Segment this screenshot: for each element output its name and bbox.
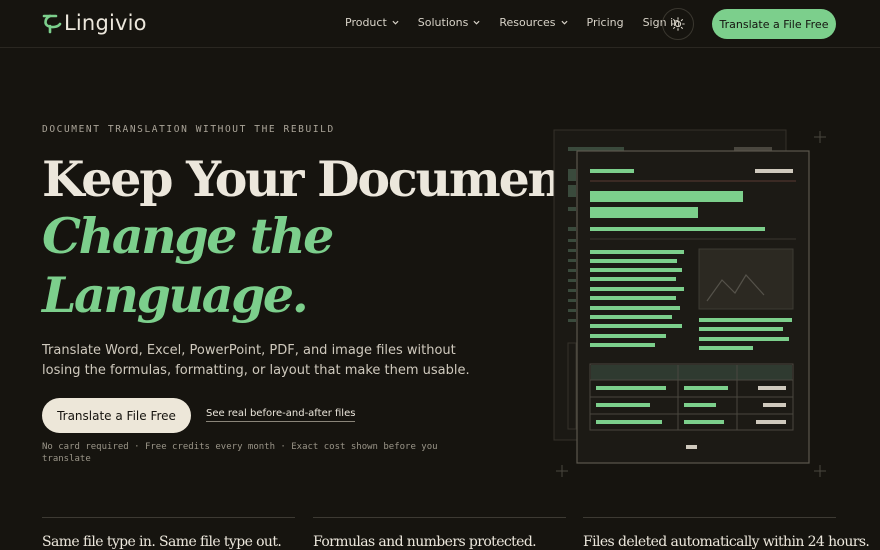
document-illustration bbox=[553, 129, 826, 477]
nav-item-product[interactable]: Product bbox=[345, 16, 399, 29]
chevron-down-icon bbox=[473, 20, 480, 25]
nav-item-label: Solutions bbox=[417, 16, 469, 29]
logo-text: Lingivio bbox=[64, 11, 147, 35]
chevron-down-icon bbox=[392, 20, 399, 25]
before-after-link[interactable]: See real before-and-after files bbox=[206, 408, 356, 422]
headline-line-2: Change the bbox=[42, 207, 334, 265]
theme-toggle-button[interactable] bbox=[662, 8, 694, 40]
nav-item-label: Resources bbox=[499, 16, 556, 29]
nav-item-resources[interactable]: Resources bbox=[499, 16, 568, 29]
headline-line-1: Keep Your Document. bbox=[42, 150, 598, 208]
nav-item-pricing[interactable]: Pricing bbox=[587, 16, 624, 29]
headline-line-3: Language. bbox=[42, 266, 309, 324]
nav-item-solutions[interactable]: Solutions bbox=[418, 16, 481, 29]
nav-item-label: Product bbox=[345, 16, 387, 29]
nav-item-label: Pricing bbox=[586, 16, 624, 29]
hero-fineprint: No card required · Free credits every mo… bbox=[42, 442, 438, 464]
nav-translate-button[interactable]: Translate a File Free bbox=[712, 9, 836, 39]
hero-translate-button[interactable]: Translate a File Free bbox=[42, 398, 191, 433]
feature-formulas-protected: Formulas and numbers protected. bbox=[313, 517, 566, 550]
nav-links: Product Solutions Resources Pricing Sign… bbox=[345, 16, 699, 29]
logo-mark-icon bbox=[42, 14, 62, 34]
hero-eyebrow: DOCUMENT TRANSLATION WITHOUT THE REBUILD bbox=[42, 124, 335, 135]
top-nav: Lingivio Product Solutions Resources Pri… bbox=[0, 0, 880, 48]
feature-auto-delete: Files deleted automatically within 24 ho… bbox=[583, 517, 870, 550]
feature-same-file-type: Same file type in. Same file type out. bbox=[42, 517, 295, 550]
hero-description: Translate Word, Excel, PowerPoint, PDF, … bbox=[42, 343, 470, 378]
chevron-down-icon bbox=[560, 20, 568, 25]
logo[interactable]: Lingivio bbox=[42, 11, 147, 35]
sun-icon bbox=[671, 17, 685, 31]
